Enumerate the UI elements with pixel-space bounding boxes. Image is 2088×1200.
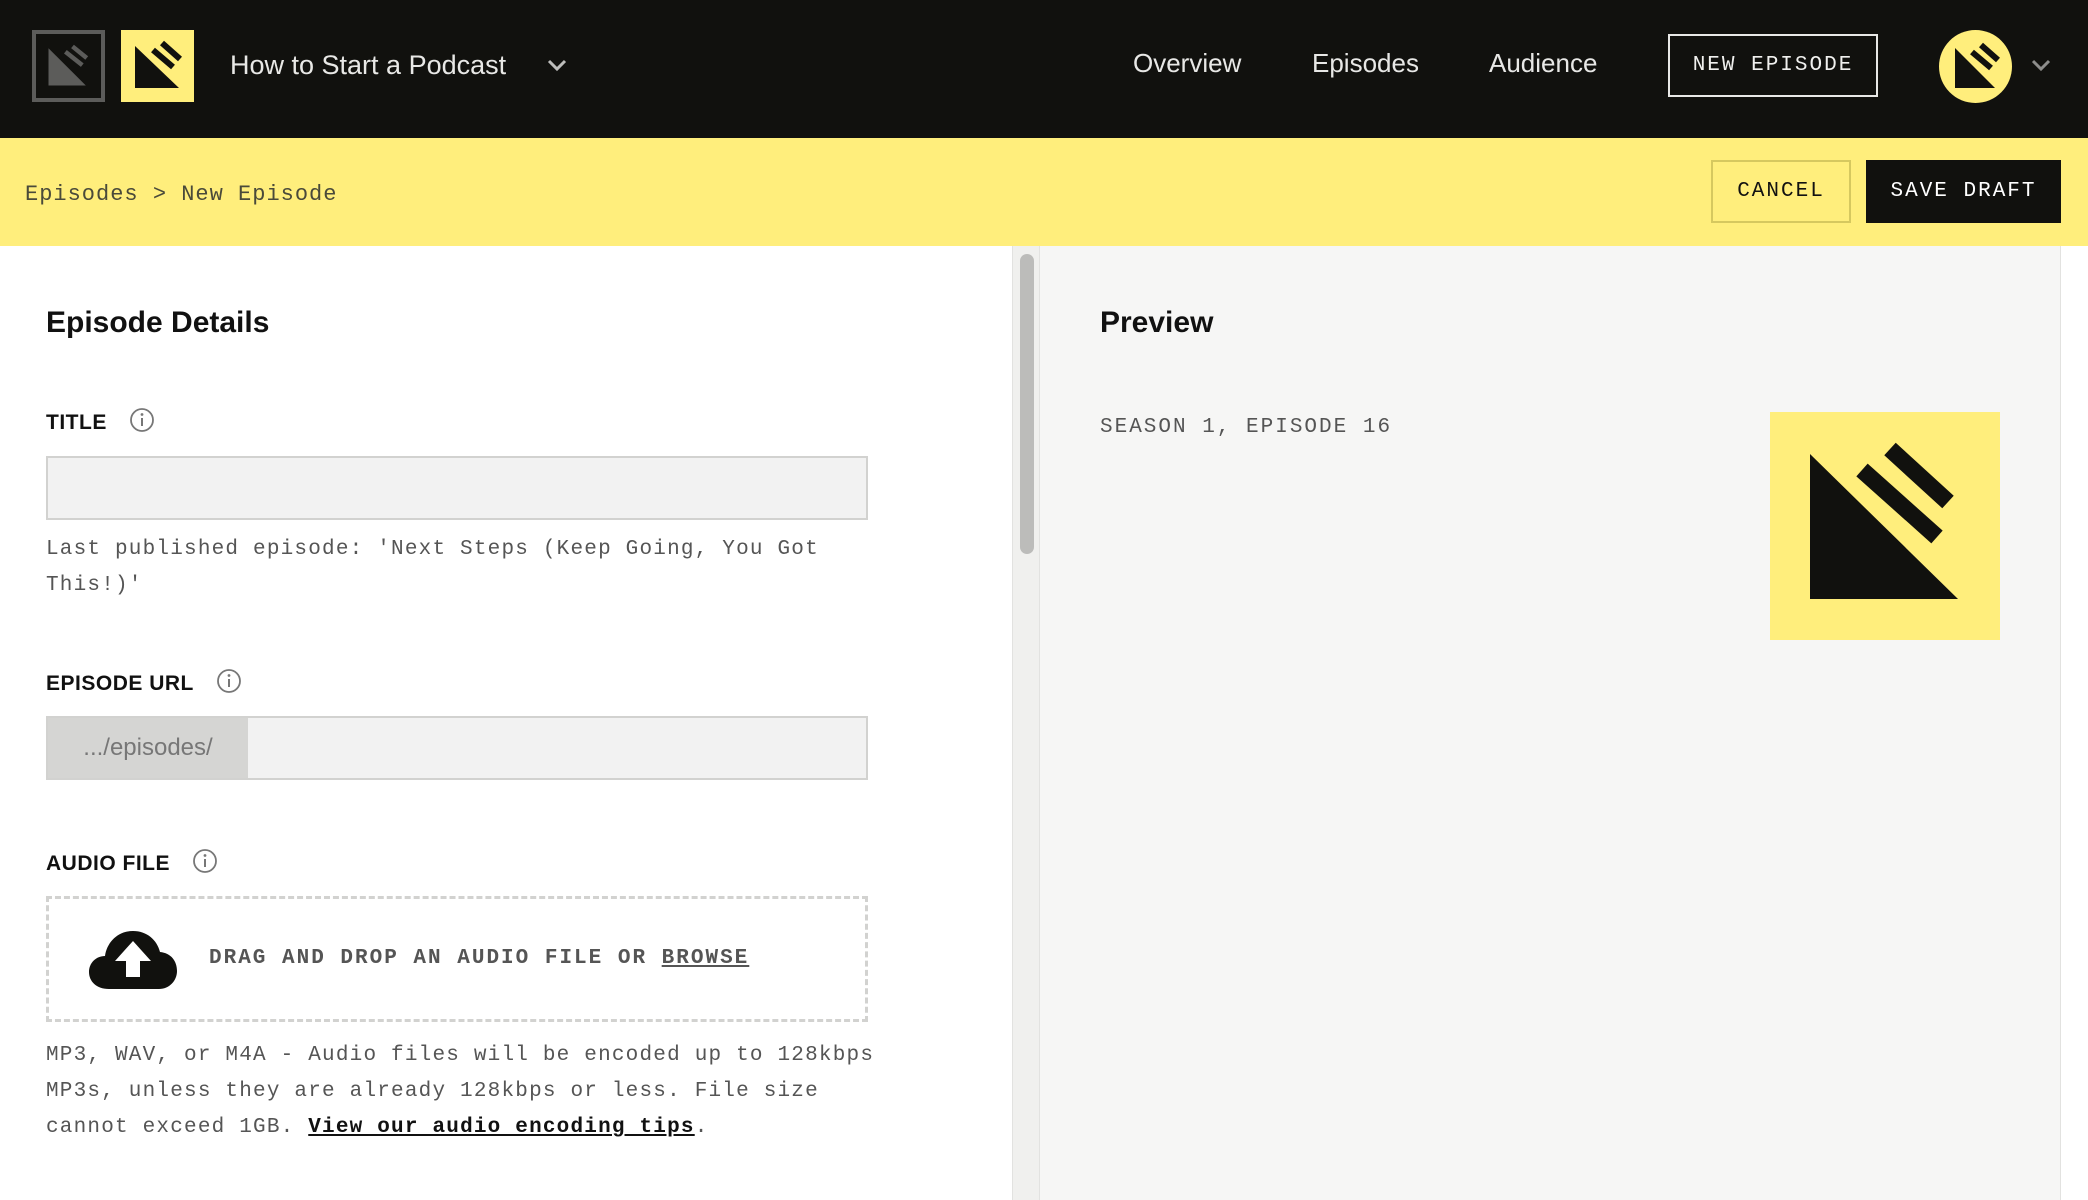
- breadcrumb: Episodes > New Episode: [25, 182, 337, 207]
- page-edge: [2060, 246, 2088, 1200]
- account-chevron-down-icon[interactable]: [2028, 52, 2054, 78]
- audio-dropzone[interactable]: DRAG AND DROP AN AUDIO FILE OR BROWSE: [46, 896, 868, 1022]
- new-episode-button[interactable]: NEW EPISODE: [1668, 34, 1878, 97]
- cancel-button[interactable]: CANCEL: [1711, 160, 1851, 223]
- top-navigation-bar: How to Start a Podcast Overview Episodes…: [0, 0, 2088, 138]
- audio-encoding-tips-link[interactable]: View our audio encoding tips: [308, 1116, 694, 1139]
- audio-file-label: AUDIO FILE: [46, 852, 170, 875]
- preview-panel: Preview SEASON 1, EPISODE 16: [1040, 246, 2060, 1200]
- nav-audience[interactable]: Audience: [1489, 48, 1597, 79]
- avatar-logo-icon: [1955, 42, 2000, 88]
- episode-details-panel: Episode Details TITLE Last published epi…: [0, 246, 1012, 1200]
- season-episode-label: SEASON 1, EPISODE 16: [1100, 416, 1393, 439]
- dropzone-text: DRAG AND DROP AN AUDIO FILE OR BROWSE: [209, 947, 749, 970]
- dropzone-instruction: DRAG AND DROP AN AUDIO FILE OR: [209, 947, 648, 970]
- episode-url-info-icon[interactable]: [216, 668, 242, 694]
- chevron-down-icon[interactable]: [544, 52, 570, 78]
- section-title: Episode Details: [46, 306, 270, 339]
- nav-episodes[interactable]: Episodes: [1312, 48, 1419, 79]
- preview-title: Preview: [1100, 306, 1214, 339]
- title-label: TITLE: [46, 411, 107, 434]
- avatar[interactable]: [1939, 30, 2012, 103]
- audio-file-hint-end: .: [694, 1116, 709, 1139]
- browse-link[interactable]: BROWSE: [662, 947, 750, 970]
- audio-file-hint: MP3, WAV, or M4A - Audio files will be e…: [46, 1038, 876, 1146]
- app-logo-icon[interactable]: [32, 30, 105, 102]
- episode-artwork: [1770, 412, 2000, 640]
- nav-overview[interactable]: Overview: [1133, 48, 1241, 79]
- cloud-upload-icon: [89, 931, 177, 989]
- podcast-logo-icon[interactable]: [121, 30, 194, 102]
- podcast-artwork-icon: [1810, 442, 1958, 599]
- save-draft-button[interactable]: SAVE DRAFT: [1866, 160, 2061, 223]
- title-input[interactable]: [46, 456, 868, 520]
- title-hint: Last published episode: 'Next Steps (Kee…: [46, 538, 819, 597]
- action-bar: Episodes > New Episode CANCEL SAVE DRAFT: [0, 138, 2088, 246]
- breadcrumb-episodes[interactable]: Episodes: [25, 182, 139, 207]
- breadcrumb-separator: >: [152, 182, 168, 207]
- episode-url-prefix: .../episodes/: [48, 718, 248, 778]
- breadcrumb-current: New Episode: [181, 182, 338, 207]
- podcast-selector[interactable]: How to Start a Podcast: [230, 50, 506, 81]
- episode-url-label: EPISODE URL: [46, 672, 194, 695]
- audio-file-info-icon[interactable]: [192, 848, 218, 874]
- title-info-icon[interactable]: [129, 407, 155, 433]
- episode-url-field[interactable]: .../episodes/: [46, 716, 868, 780]
- scrollbar-thumb[interactable]: [1020, 254, 1034, 554]
- form-scrollbar[interactable]: [1012, 246, 1040, 1200]
